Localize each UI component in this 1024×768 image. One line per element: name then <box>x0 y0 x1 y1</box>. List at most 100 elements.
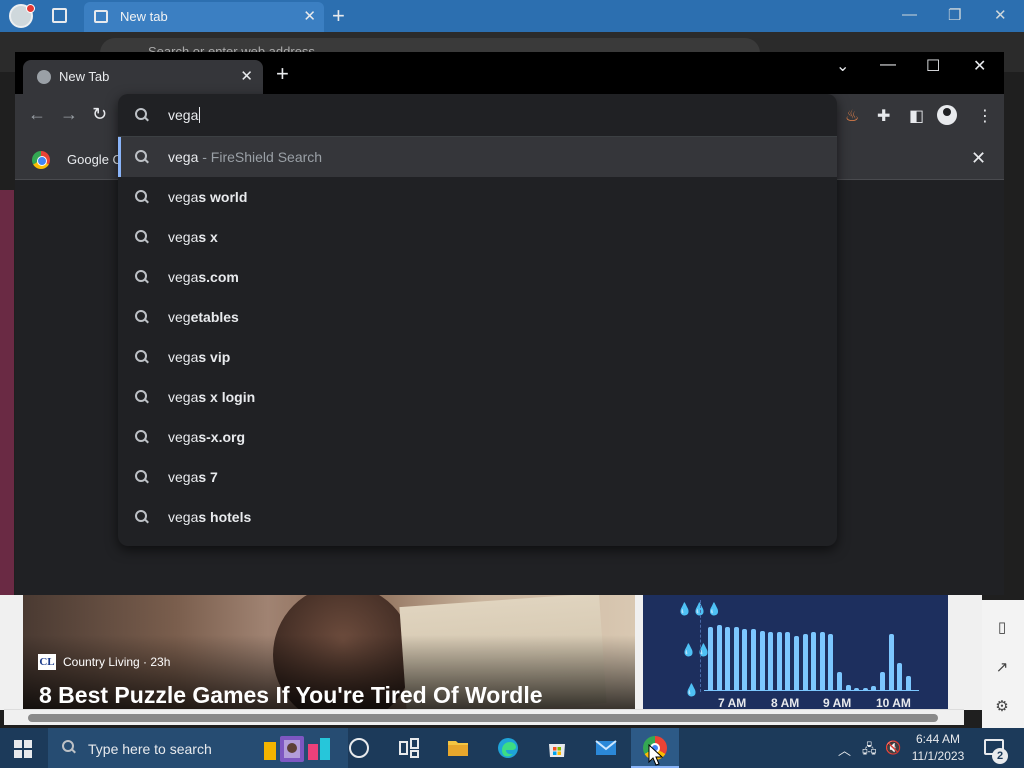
close-icon[interactable]: ✕ <box>240 67 253 85</box>
edge-new-tab-button[interactable]: + <box>332 3 345 29</box>
search-icon <box>135 390 149 404</box>
omnibox-suggestion[interactable]: vegas x login <box>118 377 837 417</box>
taskbar-clock[interactable]: 6:44 AM 11/1/2023 <box>906 731 970 765</box>
back-arrow-icon[interactable]: ← <box>28 104 46 125</box>
precip-bar <box>837 672 842 690</box>
edge-browser-icon[interactable] <box>496 736 520 760</box>
news-headline[interactable]: 8 Best Puzzle Games If You're Tired Of W… <box>39 682 543 709</box>
precip-bar <box>742 629 748 690</box>
edge-close-button[interactable]: ✕ <box>994 6 1007 24</box>
mail-icon[interactable] <box>594 736 618 760</box>
precip-bar <box>811 632 817 690</box>
omnibox-suggestion[interactable]: vegas 7 <box>118 457 837 497</box>
external-link-icon[interactable]: ↗ <box>993 658 1011 676</box>
globe-icon <box>37 70 51 84</box>
reload-icon[interactable]: ↻ <box>92 104 107 125</box>
edge-vertical-scrollbar[interactable] <box>966 595 982 710</box>
newtab-page-icon <box>94 10 108 23</box>
omnibox-input[interactable]: vega <box>118 94 837 137</box>
chrome-logo-icon <box>32 151 50 169</box>
precip-bar <box>768 632 774 690</box>
suggestion-text: vegetables <box>168 309 239 325</box>
suggestion-text: vegas hotels <box>168 509 252 525</box>
suggestion-text: vegas vip <box>168 349 231 365</box>
precip-bar <box>905 676 911 690</box>
precip-bar <box>794 636 799 690</box>
close-icon[interactable]: ✕ <box>303 7 316 25</box>
precip-bar <box>802 634 808 690</box>
chrome-tab-newtab[interactable]: New Tab ✕ <box>23 60 263 94</box>
search-icon <box>135 350 149 364</box>
weather-baseline <box>704 690 919 691</box>
news-source[interactable]: Country Living · 23h <box>63 655 170 669</box>
precip-bar <box>828 634 834 690</box>
chrome-minimize-button[interactable]: — <box>880 56 896 74</box>
suggestion-text: vegas x login <box>168 389 256 405</box>
mouse-cursor-icon <box>648 744 664 766</box>
time-label: 7 AM <box>718 696 747 710</box>
chrome-maximize-button[interactable]: ☐ <box>926 56 940 76</box>
precip-bar <box>733 627 739 690</box>
omnibox-suggestion[interactable]: vega - FireShield Search <box>118 137 837 177</box>
news-source-logo: CL <box>38 654 56 670</box>
chrome-close-button[interactable]: ✕ <box>973 56 986 76</box>
microsoft-store-icon[interactable] <box>545 736 569 760</box>
extension-fireshield-icon[interactable]: ♨ <box>845 106 859 126</box>
profile-badge-icon <box>26 4 35 13</box>
volume-muted-icon[interactable]: 🔇 <box>885 740 901 756</box>
search-icon <box>135 470 149 484</box>
chrome-new-tab-button[interactable]: + <box>276 63 289 85</box>
side-panel-icon[interactable]: ◧ <box>909 106 924 126</box>
omnibox-suggestion[interactable]: vegas-x.org <box>118 417 837 457</box>
precip-bar <box>819 632 825 690</box>
omnibox-query[interactable]: vega <box>168 107 201 123</box>
precip-bar <box>708 627 713 690</box>
network-icon[interactable]: 🖧 <box>862 740 877 762</box>
settings-gear-icon[interactable]: ⚙ <box>993 697 1011 715</box>
search-highlight-illustration <box>264 736 330 762</box>
edge-horizontal-scrollbar[interactable] <box>4 709 964 725</box>
file-explorer-icon[interactable] <box>446 736 470 760</box>
precip-bar <box>880 672 885 690</box>
omnibox-suggestion[interactable]: vegas x <box>118 217 837 257</box>
chrome-profile-icon[interactable] <box>937 105 957 125</box>
precip-bar <box>725 627 731 690</box>
precip-bar <box>776 632 782 690</box>
cortana-icon[interactable] <box>349 738 369 758</box>
clock-time: 6:44 AM <box>915 732 961 746</box>
show-hidden-icons-chevron-icon[interactable]: ︿ <box>838 740 851 759</box>
edge-tab-newtab[interactable]: New tab ✕ <box>84 2 324 32</box>
search-icon <box>135 230 149 244</box>
tab-actions-icon[interactable] <box>52 8 67 23</box>
chrome-window: New Tab ✕ + ⌄ — ☐ ✕ ← → ↻ ♨ ✚ ◧ ⋮ Google… <box>15 52 1004 595</box>
omnibox-suggestion[interactable]: vegas world <box>118 177 837 217</box>
suggestion-text: vegas x <box>168 229 218 245</box>
infobar-close-icon[interactable]: ✕ <box>971 148 986 169</box>
split-screen-icon[interactable]: ▯ <box>993 618 1011 636</box>
tab-search-chevron-icon[interactable]: ⌄ <box>836 56 849 76</box>
precip-bar <box>888 634 894 690</box>
extensions-puzzle-icon[interactable]: ✚ <box>877 106 890 126</box>
omnibox-suggestion[interactable]: vegas vip <box>118 337 837 377</box>
suggestion-text: vegas world <box>168 189 248 205</box>
edge-sidebar-strip <box>0 190 14 595</box>
edge-tab-title: New tab <box>120 9 168 24</box>
windows-start-icon[interactable] <box>14 740 32 758</box>
suggestion-text: vegas-x.org <box>168 429 246 445</box>
edge-restore-button[interactable]: ❐ <box>948 6 961 24</box>
bookmark-google-chrome[interactable]: Google C <box>67 152 122 167</box>
suggestion-text: vega - FireShield Search <box>168 149 323 165</box>
precip-bars <box>704 600 919 690</box>
forward-arrow-icon[interactable]: → <box>60 104 78 125</box>
omnibox-suggestion[interactable]: vegetables <box>118 297 837 337</box>
weather-axis <box>700 600 701 692</box>
precip-bar <box>759 631 765 690</box>
task-view-icon[interactable] <box>397 736 421 760</box>
scrollbar-thumb[interactable] <box>28 714 938 722</box>
more-menu-icon[interactable]: ⋮ <box>977 106 993 126</box>
omnibox-suggestion[interactable]: vegas hotels <box>118 497 837 537</box>
chrome-titlebar: New Tab ✕ + ⌄ — ☐ ✕ <box>15 52 1004 94</box>
omnibox-suggestion[interactable]: vegas.com <box>118 257 837 297</box>
time-label: 10 AM <box>876 696 911 710</box>
edge-minimize-button[interactable]: — <box>902 6 917 23</box>
